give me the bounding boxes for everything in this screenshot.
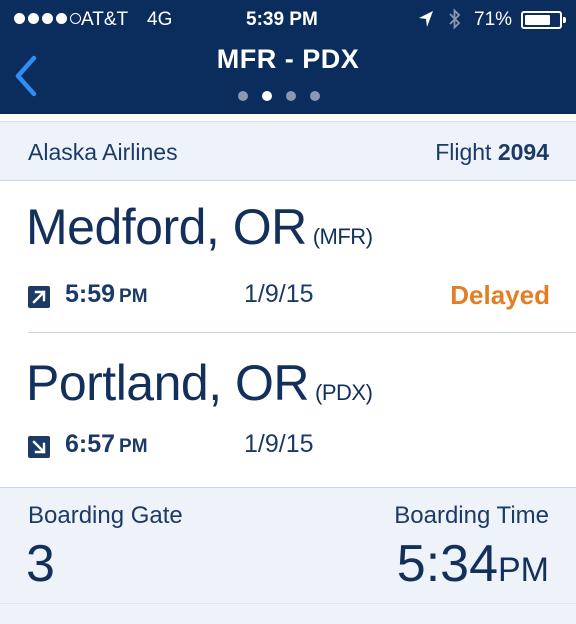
arrival-time-ampm: PM xyxy=(119,436,148,457)
boarding-panel: Boarding Gate 3 Boarding Time 5:34PM xyxy=(0,487,576,603)
signal-strength-icon xyxy=(14,13,81,24)
page-title: MFR - PDX xyxy=(216,44,360,74)
arrival-details: 6:57 PM 1/9/15 xyxy=(28,430,550,464)
departure-date: 1/9/15 xyxy=(244,280,314,308)
boarding-time-value: 5:34 xyxy=(396,535,498,593)
departure-arrow-icon xyxy=(28,286,50,308)
status-bar: AT&T 4G 5:39 PM 71% xyxy=(0,0,576,38)
battery-icon xyxy=(521,11,566,29)
boarding-time-label: Boarding Time xyxy=(394,502,549,529)
page-dot-3[interactable] xyxy=(286,91,296,101)
carrier-name: AT&T xyxy=(81,9,129,30)
arrival-date: 1/9/15 xyxy=(244,430,314,458)
arrival-airport-code: (PDX) xyxy=(315,380,373,405)
arrival-city: Portland, OR (PDX) xyxy=(26,354,373,412)
status-time: 5:39 PM xyxy=(246,9,318,30)
divider xyxy=(28,332,576,333)
departure-time-ampm: PM xyxy=(119,286,148,307)
departure-city-name: Medford, OR xyxy=(26,199,307,255)
arrival-city-name: Portland, OR xyxy=(26,355,310,411)
boarding-time: 5:34PM xyxy=(397,534,549,594)
flight-number: Flight 2094 xyxy=(435,139,549,166)
departure-time-value: 5:59 xyxy=(65,280,116,308)
page-dot-4[interactable] xyxy=(310,91,320,101)
battery-percent: 71% xyxy=(474,9,513,30)
flight-number-value: 2094 xyxy=(497,139,549,165)
arrival-time: 6:57 PM xyxy=(65,430,148,459)
nav-header: AT&T 4G 5:39 PM 71% MFR - PDX xyxy=(0,0,576,114)
departure-details: 5:59 PM 1/9/15 Delayed xyxy=(28,280,550,314)
departure-time: 5:59 PM xyxy=(65,280,148,309)
network-type: 4G xyxy=(147,9,173,30)
arrival-time-value: 6:57 xyxy=(65,430,116,458)
page-indicator[interactable] xyxy=(238,91,320,101)
departure-city: Medford, OR (MFR) xyxy=(26,198,373,256)
flight-label: Flight xyxy=(435,139,492,165)
location-arrow-icon xyxy=(419,11,433,27)
bluetooth-icon xyxy=(449,8,461,30)
departure-airport-code: (MFR) xyxy=(312,224,373,249)
boarding-gate-value: 3 xyxy=(26,535,55,593)
page-dot-1[interactable] xyxy=(238,91,248,101)
airline-name: Alaska Airlines xyxy=(28,139,178,165)
page-dot-2[interactable] xyxy=(262,91,272,101)
airline-bar: Alaska Airlines Flight 2094 xyxy=(0,121,576,181)
next-section-edge xyxy=(0,603,576,624)
status-badge: Delayed xyxy=(450,280,550,310)
boarding-gate-label: Boarding Gate xyxy=(28,502,183,529)
boarding-time-ampm: PM xyxy=(498,551,549,589)
arrival-arrow-icon xyxy=(28,436,50,458)
